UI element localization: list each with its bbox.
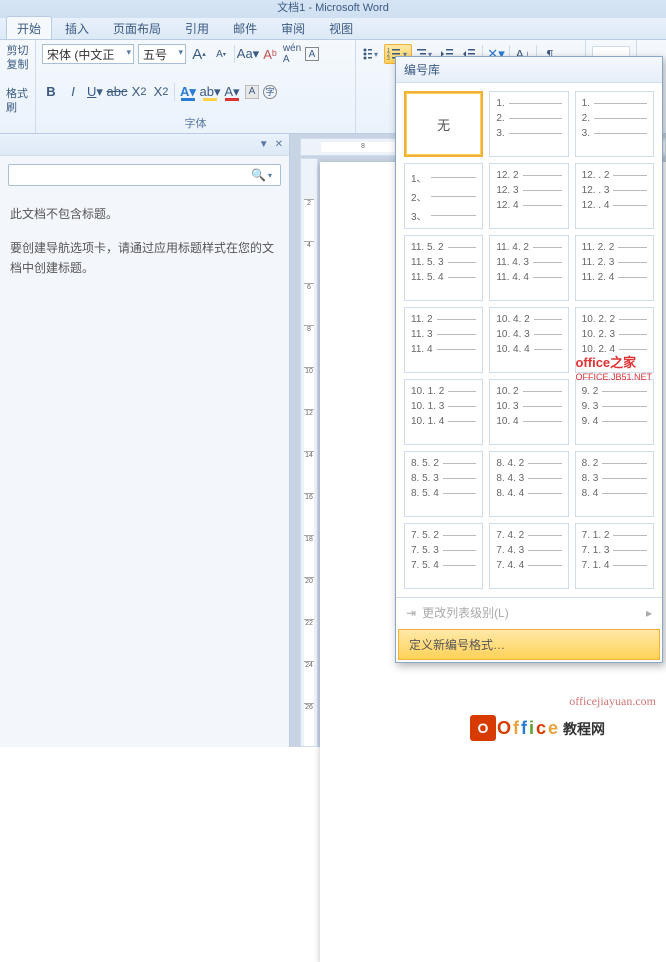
- numbering-option[interactable]: 无: [404, 91, 483, 157]
- clear-format-button[interactable]: Aᵇ: [261, 45, 279, 63]
- numbering-option[interactable]: 12. . 212. . 312. . 4: [575, 163, 654, 229]
- superscript-button[interactable]: X2: [152, 83, 170, 101]
- dropdown-icon[interactable]: ▼: [259, 139, 269, 150]
- change-case-button[interactable]: Aa▾: [239, 45, 257, 63]
- font-color-button[interactable]: A▾: [223, 83, 241, 101]
- search-options-icon[interactable]: ▾: [266, 171, 274, 180]
- close-icon[interactable]: ✕: [275, 139, 283, 150]
- numbering-option[interactable]: 1.2.3.: [575, 91, 654, 157]
- ribbon-tabs: 开始 插入 页面布局 引用 邮件 审阅 视图: [0, 18, 666, 40]
- shrink-font-button[interactable]: A▾: [212, 45, 230, 63]
- nav-search-input[interactable]: 🔍▾: [8, 164, 281, 186]
- char-shading-button[interactable]: A: [245, 85, 259, 99]
- define-new-format[interactable]: 定义新编号格式…: [398, 629, 660, 660]
- tab-view[interactable]: 视图: [318, 16, 364, 39]
- numbering-option[interactable]: 11. 211. 311. 4: [404, 307, 483, 373]
- numbering-option[interactable]: 11. 4. 211. 4. 311. 4. 4: [489, 235, 568, 301]
- numbering-option[interactable]: 1.2.3.: [489, 91, 568, 157]
- grow-font-button[interactable]: A▴: [190, 45, 208, 63]
- enclose-char-button[interactable]: 字: [263, 85, 277, 99]
- cut-label[interactable]: 剪切: [7, 44, 29, 58]
- numbering-option[interactable]: 11. 2. 211. 2. 311. 2. 4: [575, 235, 654, 301]
- numbering-option[interactable]: 8. 5. 28. 5. 38. 5. 4: [404, 451, 483, 517]
- font-group-label: 字体: [42, 113, 349, 131]
- tab-review[interactable]: 审阅: [270, 16, 316, 39]
- overlay-logo: O Office 教程网: [470, 715, 606, 741]
- tab-insert[interactable]: 插入: [54, 16, 100, 39]
- char-border-button[interactable]: A: [305, 47, 319, 61]
- office-logo-icon: O: [470, 715, 496, 741]
- font-name-combo[interactable]: 宋体 (中文正: [42, 44, 134, 64]
- indent-icon: ⇥: [406, 606, 416, 620]
- numbering-option[interactable]: 12. 212. 312. 4: [489, 163, 568, 229]
- highlight-button[interactable]: ab▾: [201, 83, 219, 101]
- nav-header: ▼ ✕: [0, 134, 289, 156]
- gallery-grid: 无1.2.3.1.2.3.1、2、3、12. 212. 312. 412. . …: [396, 83, 662, 597]
- group-clipboard: 剪切 复制 格式刷: [0, 40, 36, 133]
- watermark-url: officejiayuan.com: [569, 694, 656, 709]
- gallery-title: 编号库: [396, 57, 662, 83]
- group-font: 宋体 (中文正 五号 A▴ A▾ Aa▾ Aᵇ wénA A B I U▾ ab…: [36, 40, 356, 133]
- phonetic-button[interactable]: wénA: [283, 45, 301, 63]
- format-painter[interactable]: 格式刷: [6, 87, 29, 115]
- tab-home[interactable]: 开始: [6, 16, 52, 39]
- gallery-footer: ⇥ 更改列表级别(L) ▸ 定义新编号格式…: [396, 597, 662, 660]
- text-effect-button[interactable]: A▾: [179, 83, 197, 101]
- copy-label[interactable]: 复制: [7, 58, 29, 72]
- subscript-button[interactable]: X2: [130, 83, 148, 101]
- svg-text:3: 3: [387, 56, 390, 61]
- numbering-option[interactable]: 7. 4. 27. 4. 37. 4. 4: [489, 523, 568, 589]
- numbering-option[interactable]: 1、2、3、: [404, 163, 483, 229]
- search-icon: 🔍: [251, 168, 266, 182]
- numbering-option[interactable]: 10. 4. 210. 4. 310. 4. 4: [489, 307, 568, 373]
- font-size-combo[interactable]: 五号: [138, 44, 186, 64]
- navigation-pane: ▼ ✕ 🔍▾ 此文档不包含标题。 要创建导航选项卡，请通过应用标题样式在您的文档…: [0, 134, 290, 747]
- bullet-list-button[interactable]: ▾: [362, 45, 380, 63]
- numbering-option[interactable]: 10. 1. 210. 1. 310. 1. 4: [404, 379, 483, 445]
- numbering-option[interactable]: 8. 4. 28. 4. 38. 4. 4: [489, 451, 568, 517]
- tab-references[interactable]: 引用: [174, 16, 220, 39]
- bold-button[interactable]: B: [42, 83, 60, 101]
- numbering-option[interactable]: 10. 210. 310. 4: [489, 379, 568, 445]
- numbering-option[interactable]: 7. 5. 27. 5. 37. 5. 4: [404, 523, 483, 589]
- italic-button[interactable]: I: [64, 83, 82, 101]
- numbering-option[interactable]: 11. 5. 211. 5. 311. 5. 4: [404, 235, 483, 301]
- tab-mail[interactable]: 邮件: [222, 16, 268, 39]
- strike-button[interactable]: abc: [108, 83, 126, 101]
- numbering-option[interactable]: 7. 1. 27. 1. 37. 1. 4: [575, 523, 654, 589]
- change-list-level: ⇥ 更改列表级别(L) ▸: [396, 598, 662, 627]
- vertical-ruler[interactable]: 2468101214161820222426: [300, 158, 318, 747]
- nav-message: 此文档不包含标题。 要创建导航选项卡，请通过应用标题样式在您的文档中创建标题。: [0, 194, 289, 288]
- underline-button[interactable]: U▾: [86, 83, 104, 101]
- numbering-option[interactable]: 9. 29. 39. 4: [575, 379, 654, 445]
- watermark-office: office之家OFFICE.JB51.NET: [575, 356, 652, 384]
- numbering-option[interactable]: 8. 28. 38. 4: [575, 451, 654, 517]
- tab-layout[interactable]: 页面布局: [102, 16, 172, 39]
